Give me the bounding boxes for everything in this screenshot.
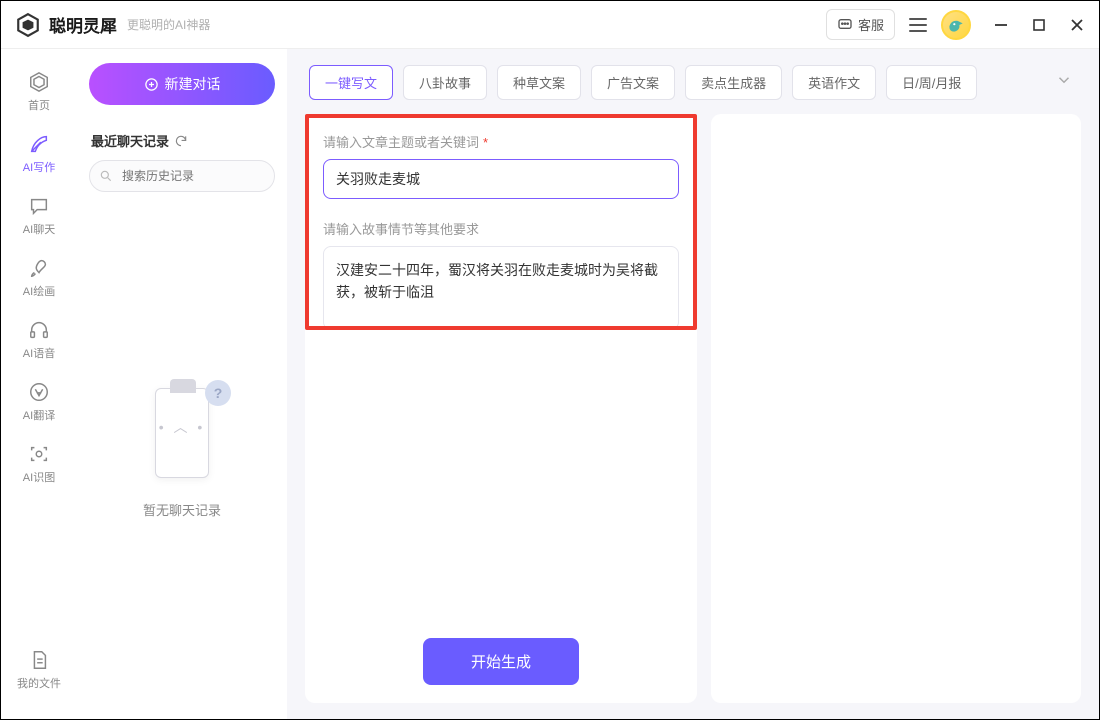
- search-icon: [99, 169, 113, 183]
- history-panel: 新建对话 最近聊天记录 • ︿ • ? 暂无聊天记录: [77, 49, 287, 719]
- titlebar: 聪明灵犀 更聪明的AI神器 客服: [1, 1, 1099, 49]
- window-controls: [993, 17, 1085, 33]
- sidebar-item-home[interactable]: 首页: [1, 61, 77, 123]
- menu-button[interactable]: [909, 18, 927, 32]
- feather-icon: [28, 133, 50, 155]
- sidebar-item-label: AI识图: [23, 469, 55, 485]
- avatar[interactable]: [941, 10, 971, 40]
- recent-chats-label: 最近聊天记录: [91, 131, 273, 150]
- brush-icon: [28, 257, 50, 279]
- tabs-expand-button[interactable]: [1051, 67, 1077, 98]
- work-area: 请输入文章主题或者关键词* 请输入故事情节等其他要求 开始生成: [305, 114, 1081, 703]
- minimize-button[interactable]: [993, 17, 1009, 33]
- home-icon: [28, 71, 50, 93]
- scan-icon: [28, 443, 50, 465]
- tab-report[interactable]: 日/周/月报: [886, 65, 977, 100]
- topic-field-label: 请输入文章主题或者关键词*: [323, 132, 679, 151]
- sidebar: 首页 AI写作 AI聊天 AI绘画 AI语音 AI翻译 AI识图 我的文件: [1, 49, 77, 719]
- history-search: [89, 160, 275, 192]
- search-input[interactable]: [89, 160, 275, 192]
- chat-icon: [28, 195, 50, 217]
- sidebar-item-files[interactable]: 我的文件: [1, 639, 77, 701]
- sidebar-item-label: AI翻译: [23, 407, 55, 423]
- tab-gossip-story[interactable]: 八卦故事: [403, 65, 487, 100]
- close-button[interactable]: [1069, 17, 1085, 33]
- app-name: 聪明灵犀: [49, 12, 117, 37]
- sidebar-item-label: AI语音: [23, 345, 55, 361]
- sidebar-item-chat[interactable]: AI聊天: [1, 185, 77, 247]
- sidebar-item-label: 首页: [28, 97, 50, 113]
- sidebar-item-image[interactable]: AI识图: [1, 433, 77, 495]
- chevron-down-icon: [1055, 71, 1073, 89]
- maximize-button[interactable]: [1031, 17, 1047, 33]
- tab-onekey-essay[interactable]: 一键写文: [309, 65, 393, 100]
- customer-service-button[interactable]: 客服: [826, 9, 895, 40]
- required-star: *: [483, 135, 488, 150]
- topic-input[interactable]: [323, 159, 679, 199]
- sidebar-item-label: AI聊天: [23, 221, 55, 237]
- sidebar-item-label: AI写作: [23, 159, 55, 175]
- history-empty-state: • ︿ • ? 暂无聊天记录: [89, 202, 275, 705]
- refresh-icon[interactable]: [174, 134, 188, 148]
- avatar-icon: [946, 15, 966, 35]
- headphone-icon: [28, 319, 50, 341]
- detail-textarea[interactable]: [323, 246, 679, 330]
- sidebar-item-writing[interactable]: AI写作: [1, 123, 77, 185]
- category-tabs: 一键写文 八卦故事 种草文案 广告文案 卖点生成器 英语作文 日/周/月报: [305, 65, 1081, 100]
- sidebar-item-voice[interactable]: AI语音: [1, 309, 77, 371]
- output-panel: [711, 114, 1081, 703]
- sidebar-item-label: AI绘画: [23, 283, 55, 299]
- empty-text: 暂无聊天记录: [143, 500, 221, 519]
- tab-selling-points[interactable]: 卖点生成器: [685, 65, 782, 100]
- input-form-panel: 请输入文章主题或者关键词* 请输入故事情节等其他要求 开始生成: [305, 114, 697, 703]
- clipboard-empty-icon: • ︿ • ?: [137, 388, 227, 488]
- tab-seeding-copy[interactable]: 种草文案: [497, 65, 581, 100]
- plus-circle-icon: [144, 77, 159, 92]
- app-tagline: 更聪明的AI神器: [127, 16, 210, 33]
- tab-english-essay[interactable]: 英语作文: [792, 65, 876, 100]
- file-icon: [28, 649, 50, 671]
- new-chat-button[interactable]: 新建对话: [89, 63, 275, 105]
- chat-bubble-icon: [837, 17, 853, 33]
- service-label: 客服: [858, 15, 884, 34]
- new-chat-label: 新建对话: [165, 74, 221, 94]
- sidebar-item-label: 我的文件: [17, 675, 61, 691]
- generate-button[interactable]: 开始生成: [423, 638, 579, 685]
- main-content: 一键写文 八卦故事 种草文案 广告文案 卖点生成器 英语作文 日/周/月报 请输…: [287, 49, 1099, 719]
- sidebar-item-paint[interactable]: AI绘画: [1, 247, 77, 309]
- detail-field-label: 请输入故事情节等其他要求: [323, 219, 679, 238]
- app-logo: [15, 12, 41, 38]
- sidebar-item-translate[interactable]: AI翻译: [1, 371, 77, 433]
- translate-icon: [28, 381, 50, 403]
- tab-ad-copy[interactable]: 广告文案: [591, 65, 675, 100]
